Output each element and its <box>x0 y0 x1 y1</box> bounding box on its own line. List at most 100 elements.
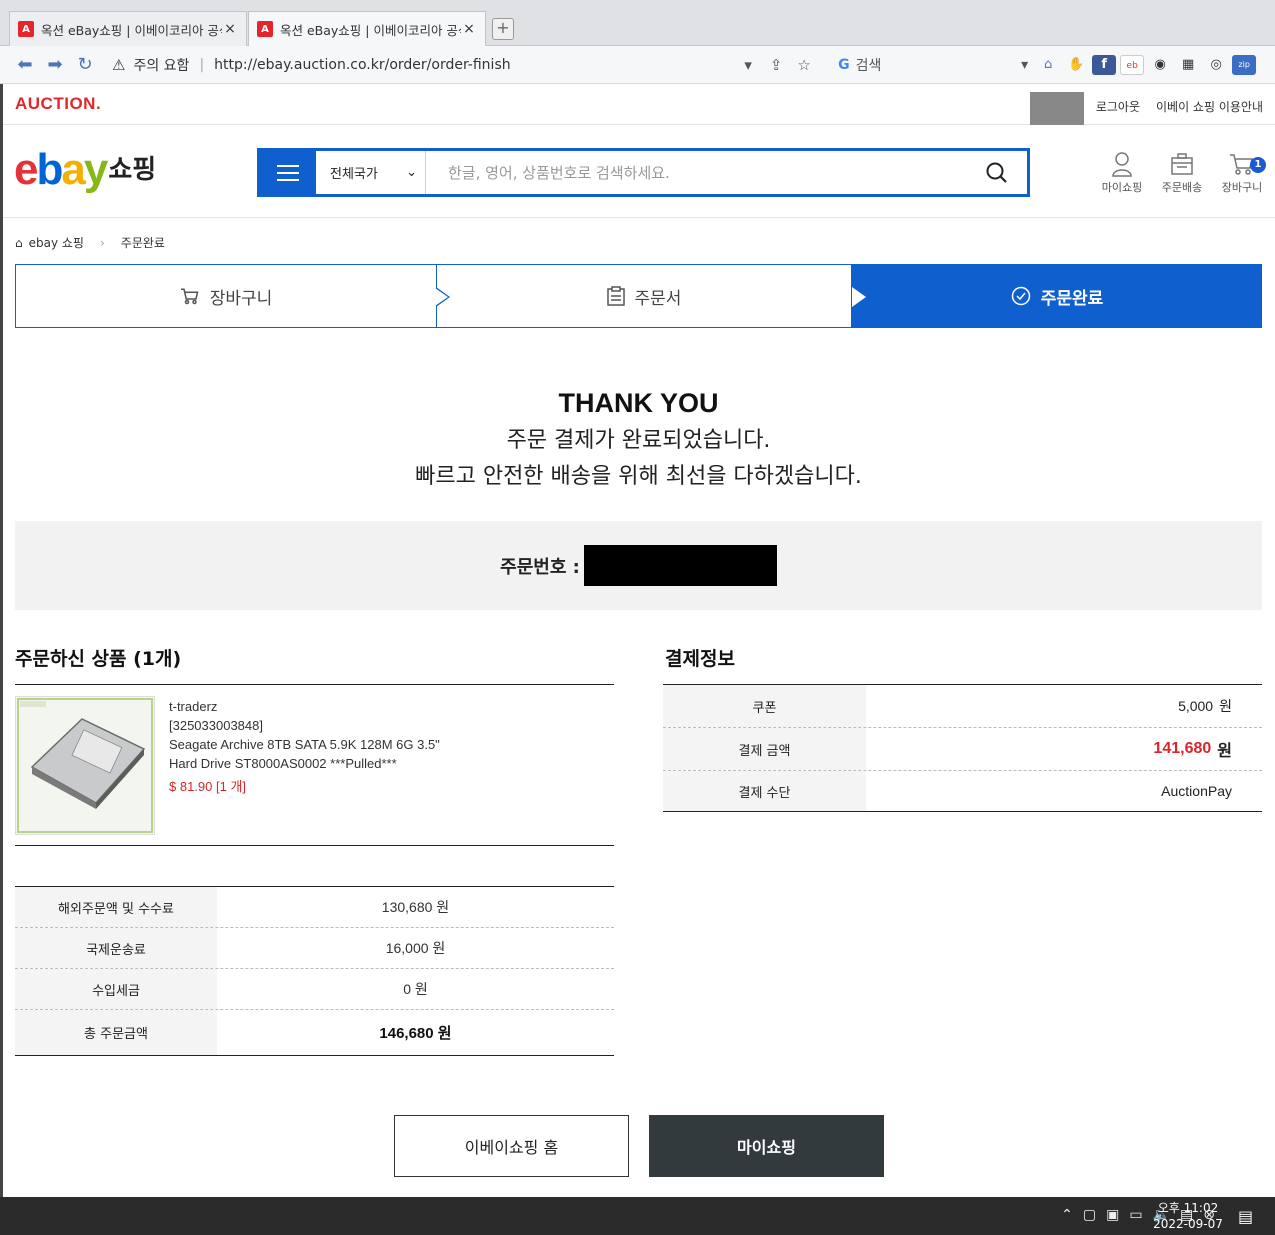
step-cart: 장바구니 <box>15 264 450 328</box>
clipboard-icon <box>606 286 625 306</box>
forward-arrow-icon[interactable]: ➡ <box>40 54 70 75</box>
thank-you-line-2: 빠르고 안전한 배송을 위해 최선을 다하겠습니다. <box>415 464 862 489</box>
home-icon[interactable]: ⌂ <box>1036 55 1060 75</box>
ebay-extension-icon[interactable]: eb <box>1120 54 1145 75</box>
site-utility-bar: AUCTION. 로그아웃 이베이 쇼핑 이용안내 <box>3 84 1275 125</box>
browser-address-bar: ⬅ ➡ ↻ ⚠ 주의 요함 | http://ebay.auction.co.k… <box>0 46 1275 84</box>
chevron-up-icon[interactable]: ⌃ <box>1061 1207 1073 1223</box>
step-arrow <box>852 287 866 307</box>
zip-extension-icon[interactable]: zip <box>1232 54 1257 75</box>
tray-app-icon[interactable]: ▢ <box>1083 1207 1096 1223</box>
breadcrumb-current: 주문완료 <box>120 236 165 250</box>
hard-drive-image <box>16 697 154 834</box>
breadcrumb-home[interactable]: ebay 쇼핑 <box>29 234 84 251</box>
fee-label: 해외주문액 및 수수료 <box>15 887 217 927</box>
divider: | <box>199 56 205 73</box>
dropdown-arrow-icon[interactable]: ▾ <box>734 56 762 74</box>
guide-link[interactable]: 이베이 쇼핑 이용안내 <box>1156 98 1263 115</box>
browser-search-box[interactable]: G 검색 ▾ <box>838 55 1028 75</box>
logo-suffix: 쇼핑 <box>108 154 157 184</box>
back-arrow-icon[interactable]: ⬅ <box>10 54 40 75</box>
thank-you-line-1: 주문 결제가 완료되었습니다. <box>506 428 771 453</box>
fee-label: 국제운송료 <box>15 928 217 968</box>
redacted-order-number <box>583 545 777 586</box>
search-button[interactable] <box>967 151 1027 194</box>
browser-tab-2[interactable]: A 옥션 eBay쇼핑 | 이베이코리아 공식 × <box>248 11 486 46</box>
myshopping-link[interactable]: 마이쇼핑 <box>1098 149 1146 195</box>
cart-count-badge: 1 <box>1250 157 1266 173</box>
coupon-amount: 5,000 <box>1178 698 1214 714</box>
url-field[interactable]: http://ebay.auction.co.kr/order/order-fi… <box>214 57 734 73</box>
tab-title: 옥션 eBay쇼핑 | 이베이코리아 공식 <box>280 22 461 38</box>
reload-icon[interactable]: ↻ <box>70 54 100 75</box>
share-icon[interactable]: ⇪ <box>762 56 790 74</box>
search-input[interactable] <box>426 151 967 194</box>
person-icon <box>1112 152 1132 177</box>
search-icon <box>986 162 1007 183</box>
category-menu-button[interactable] <box>260 151 316 194</box>
country-select[interactable]: 전체국가 ⌄ <box>316 151 426 194</box>
thank-you-message: THANK YOU 주문 결제가 완료되었습니다. 빠르고 안전한 배송을 위해… <box>15 388 1262 495</box>
security-warning-text: 주의 요함 <box>133 57 190 74</box>
currency-unit: 원 <box>1217 743 1232 760</box>
new-tab-button[interactable]: + <box>492 18 514 40</box>
dropdown-arrow-icon[interactable]: ▾ <box>1021 57 1028 73</box>
table-row: 해외주문액 및 수수료 130,680 원 <box>15 887 614 928</box>
fee-label: 수입세금 <box>15 969 217 1009</box>
clock-date: 2022-09-07 <box>1153 1217 1223 1231</box>
google-icon: G <box>838 56 850 73</box>
product-name[interactable]: Seagate Archive 8TB SATA 5.9K 128M 6G 3.… <box>169 735 440 754</box>
warning-icon[interactable]: ⚠ <box>112 56 125 74</box>
thank-you-heading: THANK YOU <box>558 388 719 418</box>
fee-label: 총 주문금액 <box>15 1010 217 1055</box>
battery-icon[interactable]: ▭ <box>1129 1207 1142 1223</box>
browser-search-placeholder: 검색 <box>855 57 882 74</box>
product-thumbnail[interactable] <box>15 696 155 835</box>
s3-extension-icon[interactable]: ▦ <box>1176 55 1200 75</box>
product-id: [325033003848] <box>169 718 263 733</box>
close-tab-icon[interactable]: × <box>222 21 238 37</box>
logout-link[interactable]: 로그아웃 <box>1096 98 1140 115</box>
order-delivery-link[interactable]: 주문배송 <box>1158 149 1206 195</box>
fee-value: 130,680 원 <box>381 899 450 915</box>
myshopping-button[interactable]: 마이쇼핑 <box>649 1115 884 1177</box>
home-icon[interactable]: ⌂ <box>15 236 23 250</box>
cart-icon <box>180 288 199 305</box>
payment-label: 쿠폰 <box>663 685 866 727</box>
step-label: 주문서 <box>634 288 682 309</box>
table-row-total: 총 주문금액 146,680 원 <box>15 1010 614 1055</box>
close-tab-icon[interactable]: × <box>461 21 477 37</box>
payment-label: 결제 금액 <box>663 728 866 770</box>
circle-extension-icon[interactable]: ◎ <box>1204 55 1228 75</box>
table-row: 결제 금액 141,680 원 <box>663 728 1262 771</box>
cart-link[interactable]: 1 장바구니 <box>1218 149 1266 195</box>
step-order-form: 주문서 <box>436 264 851 328</box>
ebay-shopping-logo[interactable]: ebay쇼핑 <box>14 145 156 195</box>
notification-icon[interactable]: ▤ <box>1238 1207 1253 1226</box>
auction-logo[interactable]: AUCTION. <box>15 94 101 114</box>
step-arrow <box>435 287 450 307</box>
clock-time: 오후 11:02 <box>1157 1201 1219 1215</box>
product-name-line-2[interactable]: Hard Drive ST8000AS0002 ***Pulled*** <box>169 754 440 773</box>
star-icon[interactable]: ☆ <box>790 56 818 74</box>
utility-links: 로그아웃 이베이 쇼핑 이용안내 <box>1096 98 1263 115</box>
tray-app-icon[interactable]: ▣ <box>1106 1207 1119 1223</box>
order-steps: 장바구니 주문서 주문완료 <box>15 264 1262 328</box>
facebook-icon[interactable]: f <box>1092 54 1117 75</box>
ebay-shopping-home-button[interactable]: 이베이쇼핑 홈 <box>394 1115 629 1177</box>
taskbar-clock[interactable]: 오후 11:02 2022-09-07 <box>1148 1200 1228 1232</box>
coupon-value: 5,000 원 <box>866 685 1262 727</box>
site-header: ebay쇼핑 전체국가 ⌄ 마이쇼핑 주문배송 1 장바구니 <box>3 125 1275 218</box>
product-seller: t-traderz <box>169 699 218 714</box>
tab-title: 옥션 eBay쇼핑 | 이베이코리아 공식 <box>41 22 222 38</box>
table-row: 수입세금 0 원 <box>15 969 614 1010</box>
table-row: 국제운송료 16,000 원 <box>15 928 614 969</box>
hand-icon[interactable]: ✋ <box>1064 55 1088 75</box>
step-order-complete: 주문완료 <box>851 264 1262 328</box>
cursor-icon[interactable]: ◉ <box>1148 55 1172 75</box>
payment-method-value: AuctionPay <box>866 771 1262 811</box>
total-order-amount: 146,680 원 <box>379 1025 452 1042</box>
ordered-products-title: 주문하신 상품 (1개) <box>15 648 182 670</box>
order-amount-table: 해외주문액 및 수수료 130,680 원 국제운송료 16,000 원 수입세… <box>15 886 614 1056</box>
browser-tab-1[interactable]: A 옥션 eBay쇼핑 | 이베이코리아 공식 × <box>9 11 247 46</box>
